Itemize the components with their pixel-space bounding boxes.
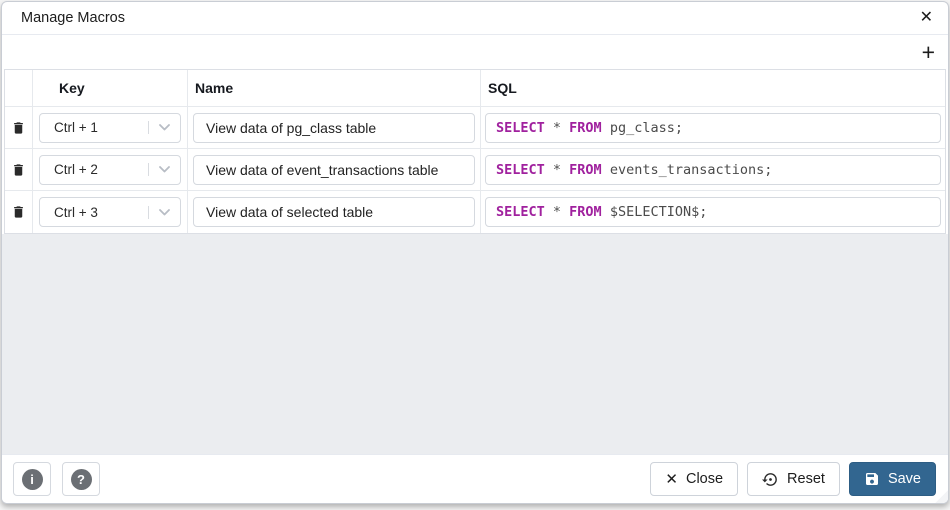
key-select-value: Ctrl + 3 xyxy=(40,205,148,220)
table-row xyxy=(5,191,33,233)
dialog-titlebar: Manage Macros ✕ xyxy=(2,2,948,35)
trash-icon xyxy=(11,162,26,178)
info-button[interactable]: i xyxy=(13,462,51,496)
sql-editor[interactable]: SELECT * FROM pg_class; xyxy=(485,113,941,143)
sql-editor[interactable]: SELECT * FROM events_transactions; xyxy=(485,155,941,185)
macros-table: Key Name SQL Ctrl + 1 SELECT * FROM pg_c… xyxy=(4,69,946,234)
dialog-body-background xyxy=(2,234,948,454)
reset-button[interactable]: Reset xyxy=(747,462,840,496)
save-icon xyxy=(864,471,880,487)
chevron-down-icon xyxy=(149,209,180,216)
key-select-value: Ctrl + 1 xyxy=(40,120,148,135)
sql-text: pg_class; xyxy=(602,120,683,136)
sql-operator: * xyxy=(545,120,569,136)
plus-icon: + xyxy=(922,39,935,65)
sql-keyword: FROM xyxy=(569,162,602,178)
sql-operator: * xyxy=(545,162,569,178)
header-cell-actions xyxy=(5,70,33,107)
sql-keyword: SELECT xyxy=(496,120,545,136)
delete-row-button[interactable] xyxy=(8,201,30,223)
chevron-down-icon xyxy=(149,166,180,173)
key-select[interactable]: Ctrl + 2 xyxy=(39,155,181,185)
table-row xyxy=(5,107,33,149)
info-icon: i xyxy=(22,469,43,490)
key-select-value: Ctrl + 2 xyxy=(40,162,148,177)
resize-grip[interactable] xyxy=(934,489,948,503)
dialog-footer: i ? ✕ Close Reset Save xyxy=(2,454,948,503)
help-icon: ? xyxy=(71,469,92,490)
close-icon: ✕ xyxy=(665,472,678,487)
delete-row-button[interactable] xyxy=(8,117,30,139)
header-cell-name: Name xyxy=(188,70,481,107)
close-button-label: Close xyxy=(686,471,723,487)
macro-name-input[interactable] xyxy=(193,155,475,185)
chevron-down-icon xyxy=(149,124,180,131)
dialog-title: Manage Macros xyxy=(21,10,125,26)
save-button[interactable]: Save xyxy=(849,462,936,496)
manage-macros-dialog: Manage Macros ✕ + Key Name SQL Ctrl + 1 xyxy=(1,1,949,504)
dialog-close-button[interactable]: ✕ xyxy=(920,10,933,26)
delete-row-button[interactable] xyxy=(8,159,30,181)
sql-keyword: SELECT xyxy=(496,162,545,178)
close-button[interactable]: ✕ Close xyxy=(650,462,738,496)
header-cell-key: Key xyxy=(33,70,188,107)
sql-operator: * xyxy=(545,204,569,220)
sql-keyword: FROM xyxy=(569,120,602,136)
sql-editor[interactable]: SELECT * FROM $SELECTION$; xyxy=(485,197,941,227)
table-row xyxy=(5,149,33,191)
save-button-label: Save xyxy=(888,471,921,487)
close-icon: ✕ xyxy=(920,9,933,26)
macros-toolbar: + xyxy=(2,35,948,69)
sql-text: events_transactions; xyxy=(602,162,773,178)
sql-text: $SELECTION$; xyxy=(602,204,708,220)
add-macro-button[interactable]: + xyxy=(922,41,935,64)
trash-icon xyxy=(11,120,26,136)
key-select[interactable]: Ctrl + 3 xyxy=(39,197,181,227)
help-button[interactable]: ? xyxy=(62,462,100,496)
reset-button-label: Reset xyxy=(787,471,825,487)
reset-icon xyxy=(762,471,779,488)
header-cell-sql: SQL xyxy=(481,70,945,107)
sql-keyword: FROM xyxy=(569,204,602,220)
key-select[interactable]: Ctrl + 1 xyxy=(39,113,181,143)
trash-icon xyxy=(11,204,26,220)
macro-name-input[interactable] xyxy=(193,113,475,143)
sql-keyword: SELECT xyxy=(496,204,545,220)
macro-name-input[interactable] xyxy=(193,197,475,227)
